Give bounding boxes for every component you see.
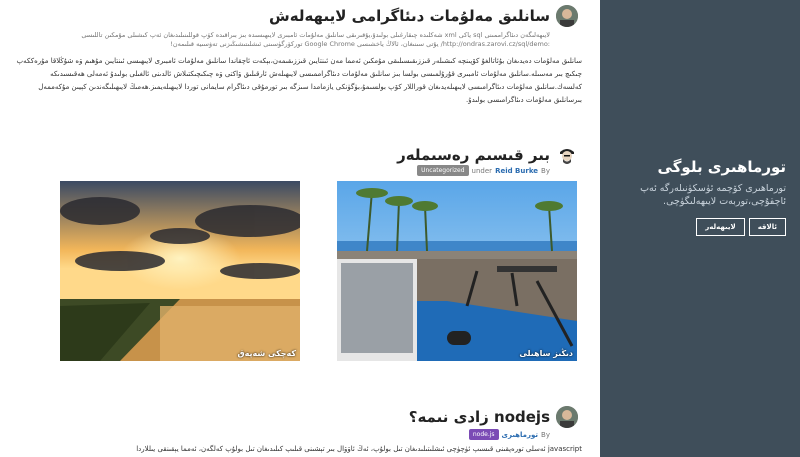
projects-button[interactable]: لايىھەلەر	[696, 218, 745, 236]
meta-by: By	[541, 430, 550, 439]
post-meta: By Reid Burke under Uncategorized	[417, 165, 550, 176]
avatar-image-icon	[556, 406, 578, 428]
author-avatar[interactable]	[556, 144, 578, 166]
post-photos: بىر قىسىم رەسىملەر By Reid Burke under U…	[0, 138, 600, 378]
author-link[interactable]: Reid Burke	[495, 167, 538, 175]
post-title[interactable]: nodejs زادى نىمە؟	[409, 408, 550, 426]
post-nodejs: nodejs زادى نىمە؟ By تورماھىرى node.js j…	[0, 400, 600, 457]
sunset-photo-image	[60, 181, 300, 361]
post-database-design: سانلىق مەلۇمات دىئاگرامى لايىھەلەش لايىھ…	[0, 0, 600, 110]
post-paragraph: سانلىق مەلۇمات دەيدىغان بۇئاتالغۇ كۆپىنچ…	[16, 57, 582, 104]
category-tag[interactable]: Uncategorized	[417, 165, 469, 176]
author-link[interactable]: تورماھىرى	[502, 431, 539, 439]
contact-button[interactable]: ئالاقە	[748, 218, 786, 236]
blog-title[interactable]: تورماھىرى بلوگى	[658, 158, 786, 176]
blog-description: تورماھىرى كۆچمە ئۈسكۈنىلەرگە ئەپ ئاچقۇچى…	[640, 183, 786, 207]
post-title[interactable]: بىر قىسىم رەسىملەر	[397, 146, 550, 164]
photo-caption: دىڭىز ساھىلى	[519, 349, 573, 358]
meta-by: By	[541, 166, 550, 175]
post-header: nodejs زادى نىمە؟	[409, 406, 578, 428]
post-meta: By تورماھىرى node.js	[468, 429, 550, 440]
sidebar-buttons: ئالاقە لايىھەلەر	[696, 218, 786, 236]
author-avatar[interactable]	[556, 406, 578, 428]
post-title[interactable]: سانلىق مەلۇمات دىئاگرامى لايىھەلەش	[269, 7, 550, 25]
beach-photo-image	[337, 181, 577, 361]
avatar-image-icon	[556, 5, 578, 27]
avatar-image-icon	[556, 144, 578, 166]
post-intro-text: لايىھەلىگەن دىئاگراممىنى sql ياكى xml شە…	[81, 31, 550, 48]
photo-sunset[interactable]: كەچكى شەپەق	[60, 181, 300, 361]
category-tag[interactable]: node.js	[468, 429, 499, 440]
sidebar: تورماھىرى بلوگى تورماھىرى كۆچمە ئۈسكۈنىل…	[600, 0, 800, 457]
post-header: بىر قىسىم رەسىملەر	[397, 144, 578, 166]
main-content: سانلىق مەلۇمات دىئاگرامى لايىھەلەش لايىھ…	[0, 0, 600, 457]
post-header: سانلىق مەلۇمات دىئاگرامى لايىھەلەش	[269, 5, 578, 27]
photo-caption: كەچكى شەپەق	[237, 349, 296, 358]
author-avatar[interactable]	[556, 5, 578, 27]
meta-under: under	[471, 166, 493, 175]
photo-beach[interactable]: دىڭىز ساھىلى	[337, 181, 577, 361]
post-paragraph: javascript ئەسلى تورەپقىنى قىسىپ ئۈچۈچى …	[136, 445, 582, 453]
